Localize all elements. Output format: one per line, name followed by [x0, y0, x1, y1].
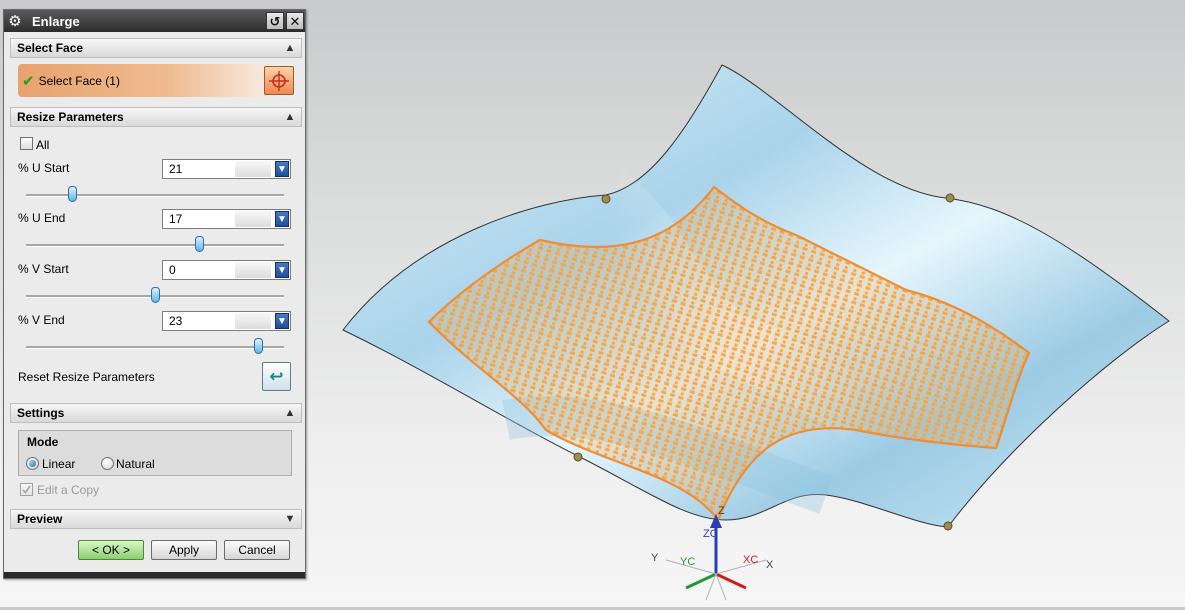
param-label: % U End	[18, 211, 66, 225]
param-slider-thumb[interactable]	[194, 236, 204, 252]
gear-icon[interactable]: ⚙	[4, 10, 26, 32]
param-input[interactable]: 0 ▼	[162, 260, 291, 280]
radio-natural[interactable]	[101, 457, 114, 470]
all-label: All	[36, 138, 50, 152]
param-input[interactable]: 21 ▼	[162, 159, 291, 179]
param-slider-track[interactable]	[26, 244, 284, 247]
section-header-settings[interactable]: Settings ▲	[10, 403, 302, 423]
dialog-bottom-bar	[4, 572, 305, 578]
input-fill	[235, 262, 271, 278]
crosshair-icon[interactable]	[264, 66, 294, 95]
return-arrow-icon[interactable]: ↩	[262, 362, 291, 391]
enlarge-dialog: ⚙ Enlarge ↺ ✕ Select Face ▲ ✔ Select Fac…	[3, 9, 306, 579]
chevron-down-icon[interactable]: ▼	[281, 511, 299, 527]
param-slider-thumb[interactable]	[254, 338, 264, 354]
checkmark-icon: ✔	[22, 72, 35, 90]
param-value[interactable]: 17	[163, 210, 239, 228]
handle-point	[573, 452, 583, 462]
edit-copy-label: Edit a Copy	[37, 483, 100, 497]
section-title: Resize Parameters	[17, 110, 124, 124]
mode-label: Mode	[27, 435, 59, 449]
radio-natural-label: Natural	[116, 457, 155, 471]
section-header-select-face[interactable]: Select Face ▲	[10, 38, 302, 58]
param-label: % V Start	[18, 262, 69, 276]
param-label: % U Start	[18, 161, 70, 175]
select-face-label: Select Face (1)	[38, 73, 120, 88]
dropdown-arrow-icon[interactable]: ▼	[275, 262, 289, 278]
param-input[interactable]: 23 ▼	[162, 311, 291, 331]
chevron-up-icon[interactable]: ▲	[281, 40, 299, 56]
dropdown-arrow-icon[interactable]: ▼	[275, 313, 289, 329]
chevron-up-icon[interactable]: ▲	[281, 405, 299, 421]
handle-point	[601, 194, 611, 204]
section-title: Select Face	[17, 41, 84, 55]
dropdown-arrow-icon[interactable]: ▼	[275, 211, 289, 227]
chevron-up-icon[interactable]: ▲	[281, 109, 299, 125]
reset-icon[interactable]: ↺	[266, 12, 284, 30]
handle-point	[943, 521, 953, 531]
input-fill	[235, 161, 271, 177]
param-slider-thumb[interactable]	[68, 186, 78, 202]
param-label: % V End	[18, 313, 65, 327]
param-slider-thumb[interactable]	[151, 287, 160, 303]
graphics-viewport[interactable]: Z ZC Y YC X XC	[306, 0, 1185, 607]
axis-zc-label: ZC	[703, 528, 718, 540]
param-value[interactable]: 23	[163, 312, 239, 330]
section-header-resize-parameters[interactable]: Resize Parameters ▲	[10, 107, 302, 127]
dropdown-arrow-icon[interactable]: ▼	[275, 161, 289, 177]
handle-point	[945, 193, 955, 203]
title-bar: ⚙ Enlarge ↺ ✕	[4, 10, 305, 32]
select-face-row[interactable]: ✔ Select Face (1)	[18, 64, 294, 97]
axis-x-label: X	[766, 559, 774, 571]
axis-y-label: Y	[651, 552, 659, 564]
param-value[interactable]: 0	[163, 261, 239, 279]
apply-button[interactable]: Apply	[151, 540, 217, 560]
dialog-title: Enlarge	[32, 13, 80, 29]
axis-yc-label: YC	[680, 556, 695, 568]
mode-group: Mode Linear Natural	[18, 430, 292, 476]
param-slider-track[interactable]	[26, 346, 284, 349]
section-title: Settings	[17, 406, 65, 420]
section-title: Preview	[17, 512, 63, 526]
param-slider-track[interactable]	[26, 194, 284, 197]
axis-z-label: Z	[718, 505, 725, 517]
input-fill	[235, 211, 271, 227]
surface-view: Z ZC Y YC X XC	[342, 64, 1170, 601]
radio-linear[interactable]	[26, 457, 39, 470]
radio-linear-label: Linear	[42, 457, 76, 471]
cancel-button[interactable]: Cancel	[224, 540, 290, 560]
edit-copy-checkbox[interactable]	[20, 483, 33, 496]
axis-xc-label: XC	[743, 554, 758, 566]
ok-button[interactable]: < OK >	[78, 540, 144, 560]
param-input[interactable]: 17 ▼	[162, 209, 291, 229]
param-value[interactable]: 21	[163, 160, 239, 178]
all-checkbox[interactable]	[20, 137, 33, 150]
reset-resize-label: Reset Resize Parameters	[18, 370, 155, 384]
close-icon[interactable]: ✕	[286, 12, 304, 30]
input-fill	[235, 313, 271, 329]
section-header-preview[interactable]: Preview ▼	[10, 509, 302, 529]
